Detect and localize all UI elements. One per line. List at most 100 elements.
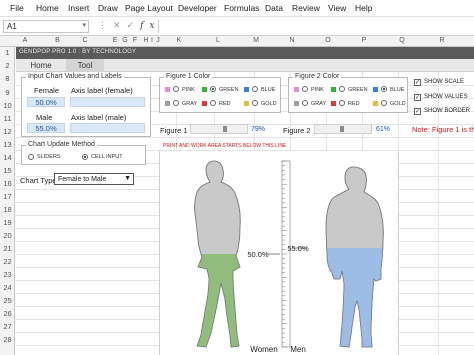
row-header[interactable]: 10 [0,101,15,110]
male-value-input[interactable]: 55.0% [27,123,65,133]
row-header[interactable]: 15 [0,166,15,175]
row-header[interactable]: 28 [0,335,15,344]
figure1-gray-radio[interactable] [173,100,179,106]
row-header[interactable]: 12 [0,127,15,136]
row-header[interactable]: 8 [0,74,15,83]
figure1-green-swatch [202,87,207,92]
ribbon-menu-bar: File Home Insert Draw Page Layout Develo… [0,0,474,17]
figure2-red-radio[interactable] [339,100,345,106]
chevron-down-icon[interactable]: ▾ [82,21,86,29]
row-header[interactable]: 14 [0,153,15,162]
figure1-color-group: Figure 1 Color PINK GREEN BLUE GRAY RED GOLD [159,73,281,113]
figure1-slider[interactable] [190,124,248,134]
menu-page-layout[interactable]: Page Layout [125,3,173,13]
tab-tool[interactable]: Tool [66,59,104,72]
column-header[interactable]: O [310,37,346,44]
chart-type-select[interactable]: Female to Male ▼ [54,173,134,185]
figure2-green-swatch [331,87,336,92]
row-header[interactable]: 19 [0,218,15,227]
cell-input-radio[interactable] [82,154,88,160]
enter-icon[interactable]: ✓ [127,20,141,30]
figure1-gold-label: GOLD [261,101,277,107]
row-header[interactable]: 18 [0,205,15,214]
women-category-label: Women [250,345,277,354]
figure1-color-title: Figure 1 Color [164,73,213,80]
chevron-down-icon: ▼ [124,175,131,182]
menu-view[interactable]: View [328,3,346,13]
column-header[interactable]: G [110,37,140,44]
column-header[interactable]: M [238,37,274,44]
row-header[interactable]: 11 [0,114,15,123]
row-header[interactable]: 25 [0,296,15,305]
figure2-red-label: RED [348,101,360,107]
row-header[interactable]: 1 [0,48,15,57]
figure2-gray-swatch [294,101,299,106]
menu-help[interactable]: Help [355,3,372,13]
figure1-red-radio[interactable] [210,100,216,106]
row-header[interactable]: 23 [0,270,15,279]
figure1-gold-radio[interactable] [252,100,258,106]
men-value-label: 55.0% [287,244,309,253]
row-header[interactable]: 2 [0,61,15,70]
figure2-green-radio[interactable] [339,86,345,92]
show-border-label: SHOW BORDER [424,108,471,114]
figure1-green-radio[interactable] [210,86,216,92]
menu-review[interactable]: Review [292,3,320,13]
figure2-gold-radio[interactable] [381,100,387,106]
row-header[interactable]: 20 [0,231,15,240]
row-header[interactable]: 27 [0,322,15,331]
female-value-input[interactable]: 50.0% [27,97,65,107]
chart-type-label: Chart Type [20,176,57,185]
figure2-slider[interactable] [314,124,372,134]
column-header[interactable]: N [274,37,310,44]
figure2-blue-radio[interactable] [381,86,387,92]
formula-bar: A1 ▾ ⋮✕✓fx [0,17,474,36]
figure1-blue-radio[interactable] [252,86,258,92]
row-header[interactable]: 17 [0,192,15,201]
show-values-checkbox[interactable]: ✓ [414,94,421,101]
sliders-radio[interactable] [28,154,34,160]
figure1-red-swatch [202,101,207,106]
cancel-icon[interactable]: ✕ [113,20,127,30]
figure2-slider-thumb[interactable] [339,126,344,132]
show-scale-checkbox[interactable]: ✓ [414,79,421,86]
figure1-blue-label: BLUE [261,87,276,93]
column-header[interactable]: A [5,37,45,44]
menu-home[interactable]: Home [36,3,59,13]
women-value-label: 50.0% [247,250,269,259]
figure1-slider-thumb[interactable] [222,126,227,132]
row-header[interactable]: 22 [0,257,15,266]
menu-file[interactable]: File [10,3,24,13]
column-header[interactable]: Q [382,37,422,44]
row-header[interactable]: 16 [0,179,15,188]
figure2-gold-swatch [373,101,378,106]
menu-insert[interactable]: Insert [68,3,89,13]
column-headers: A B C E F G H I J K L M N O P Q R [0,36,474,47]
figure1-pink-radio[interactable] [173,86,179,92]
menu-data[interactable]: Data [265,3,283,13]
formula-input[interactable] [158,20,474,33]
chart-svg: 50.0% Women 55.0% Men [194,160,384,354]
axis-female-input[interactable] [70,97,145,107]
axis-male-input[interactable] [70,123,145,133]
figure2-pink-radio[interactable] [302,86,308,92]
column-header[interactable]: B [45,37,70,44]
figure2-gray-radio[interactable] [302,100,308,106]
column-header[interactable]: L [198,37,238,44]
column-header[interactable]: C [70,37,100,44]
menu-draw[interactable]: Draw [98,3,118,13]
row-header[interactable]: 24 [0,283,15,292]
menu-developer[interactable]: Developer [178,3,217,13]
tab-home[interactable]: Home [22,59,60,72]
menu-formulas[interactable]: Formulas [224,3,259,13]
cell-input-label: CELL INPUT [91,154,123,160]
show-border-checkbox[interactable]: ✓ [414,108,421,115]
column-header[interactable]: K [160,37,198,44]
row-header[interactable]: 13 [0,140,15,149]
row-header[interactable]: 9 [0,88,15,97]
column-header[interactable]: P [346,37,382,44]
row-header[interactable]: 26 [0,309,15,318]
column-header[interactable]: R [422,37,462,44]
name-box[interactable]: A1 ▾ [3,20,89,33]
row-header[interactable]: 21 [0,244,15,253]
